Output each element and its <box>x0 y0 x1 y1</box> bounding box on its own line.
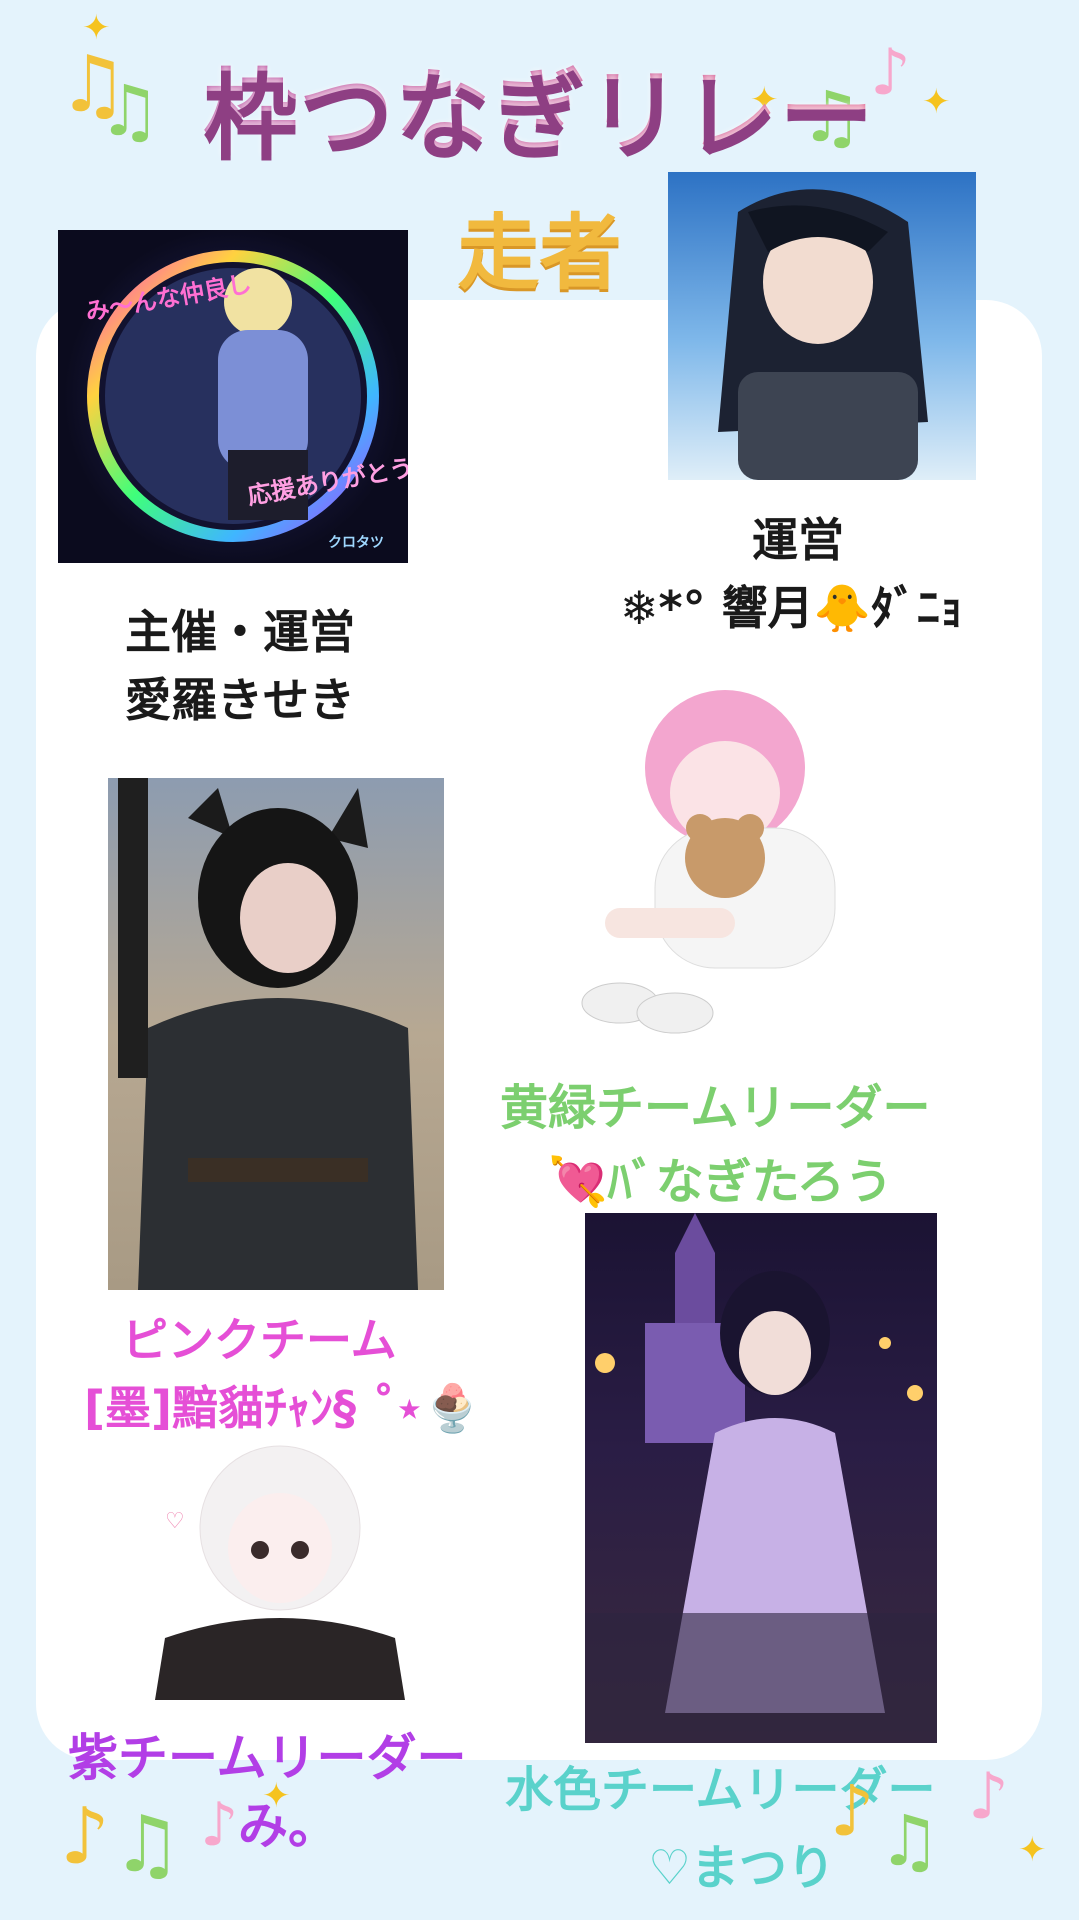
sparkle-icon: ✦ <box>1018 1830 1047 1870</box>
music-note-icon: ♫ <box>112 1800 182 1890</box>
runner-avatar-staff <box>668 172 976 480</box>
music-note-icon: ♫ <box>878 1800 941 1882</box>
svg-text:♡: ♡ <box>165 1509 185 1534</box>
avatar-signature: クロタツ <box>328 535 384 551</box>
sparkle-icon: ✦ <box>262 1776 291 1816</box>
avatar-illustration <box>581 690 836 1034</box>
runner-avatar-aqua <box>585 1213 937 1743</box>
runner-name-staff: ❄*° 響月🐥ﾀﾞﾆｮ <box>620 581 963 635</box>
page-title: 枠つなぎリレー <box>203 60 876 169</box>
runner-role-pink: ピンクチーム <box>122 1313 397 1367</box>
runner-role-organizer: 主催・運営 <box>125 605 355 659</box>
runner-name-aqua: ♡まつり <box>648 1840 836 1896</box>
runner-avatar-pink <box>108 778 444 1290</box>
avatar-illustration <box>118 778 418 1290</box>
runner-name-organizer: 愛羅きせき <box>125 673 355 727</box>
avatar-illustration <box>585 1213 937 1743</box>
avatar-illustration: ♡ <box>155 1445 405 1700</box>
runner-avatar-green <box>525 668 917 1058</box>
runner-avatar-organizer: み〜んな仲良し 応援ありがとう クロタツ <box>58 230 408 563</box>
music-note-icon: ♪ <box>968 1760 1009 1834</box>
runner-name-pink: [墨]黯貓ﾁｬﾝ§ ˚⋆🍨 <box>84 1381 482 1435</box>
runner-avatar-purple: ♡ <box>145 1438 415 1700</box>
music-note-icon: ♪ <box>830 1770 875 1852</box>
avatar-illustration <box>718 189 928 480</box>
music-note-icon: ♪ <box>60 1792 110 1882</box>
runner-role-staff: 運営 <box>752 513 844 567</box>
music-note-icon: ♪ <box>200 1790 239 1860</box>
runner-name-green: 💘ﾊﾞなぎたろう <box>548 1154 893 1210</box>
runner-role-green: 黄緑チームリーダー <box>500 1080 931 1136</box>
